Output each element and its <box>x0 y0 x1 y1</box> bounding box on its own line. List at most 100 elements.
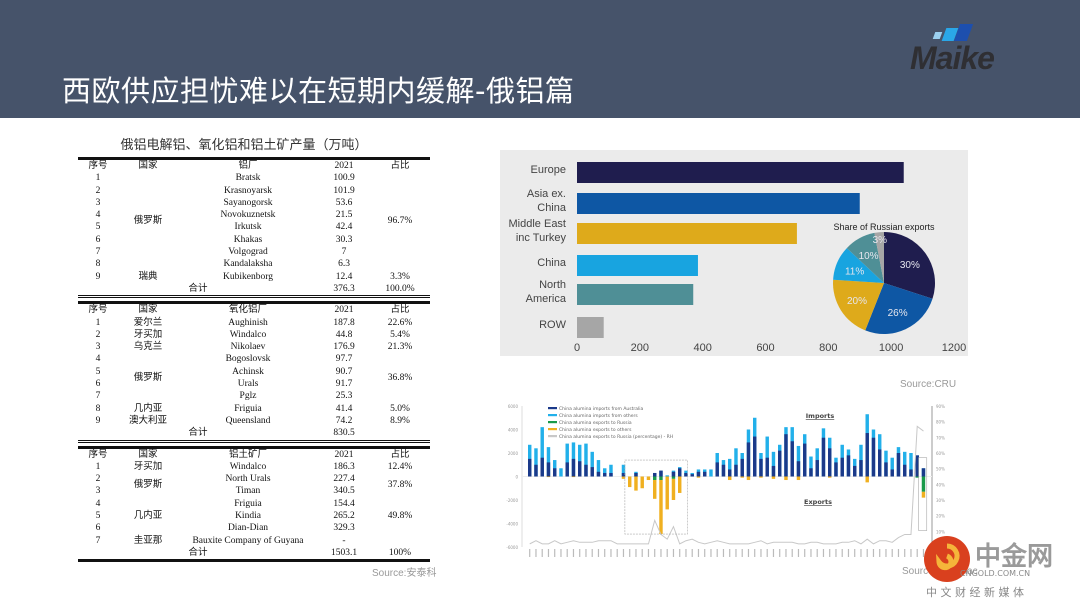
row-index: 4 <box>95 210 101 221</box>
bar-imports-australia <box>540 457 544 477</box>
bar-exports-others <box>671 478 676 500</box>
table-row: 8 几内亚 Friguia 41.4 5.0% <box>78 403 430 415</box>
maike-logo: Maike <box>910 24 1035 78</box>
row-index: 7 <box>95 247 101 258</box>
page-title: 西欧供应担忧难以在短期内缓解-俄铝篇 <box>62 74 575 108</box>
bar-exports-others <box>865 476 869 483</box>
bar-exports-russia <box>659 476 663 481</box>
plant-name: Dian-Dian <box>227 523 269 534</box>
category-label: China <box>537 257 567 269</box>
plant-name: Bauxite Company of Guyana <box>192 535 304 546</box>
total-label: 合计 <box>188 283 208 294</box>
plant-name: Nikolaev <box>230 342 266 353</box>
column-header: 序号 <box>88 161 108 171</box>
column-header: 序号 <box>88 305 108 316</box>
bar-imports-australia <box>721 464 726 477</box>
production-value: 265.2 <box>333 511 355 522</box>
table-row: 9 瑞典 Kubikenborg 12.4 3.3% <box>78 271 430 283</box>
plant-name: Kubikenborg <box>223 271 273 282</box>
production-value: 101.9 <box>333 185 355 196</box>
row-index: 5 <box>95 222 101 233</box>
category-label: Europe <box>531 164 566 176</box>
bar-imports-australia <box>784 434 788 477</box>
share-cell: 5.4% <box>390 329 410 340</box>
bar-imports-australia <box>753 436 757 477</box>
bar-exports-others <box>746 476 751 481</box>
production-value: 41.4 <box>335 403 353 414</box>
category-label: China <box>537 202 567 214</box>
share-cell: 5.0% <box>390 403 410 414</box>
table-header-row: 序号 国家 铝厂 2021 占比 <box>78 159 430 173</box>
plant-name: Kindia <box>235 511 261 522</box>
plant-name: Friguia <box>234 403 262 414</box>
column-header: 国家 <box>138 305 158 316</box>
production-value: 100.9 <box>333 173 355 184</box>
country-cell: 俄罗斯 <box>133 216 163 227</box>
bar-imports-australia <box>734 464 738 477</box>
category-label: Asia ex. <box>527 188 566 200</box>
bar-imports-australia <box>715 462 719 477</box>
share-cell: 8.9% <box>390 415 410 426</box>
table-row: 7 圭亚那 Bauxite Company of Guyana - <box>78 535 430 547</box>
bar-imports-australia <box>834 462 838 477</box>
country-cell: 俄罗斯 <box>133 480 163 491</box>
category-label: America <box>526 293 567 305</box>
total-row: 合计 830.5 <box>78 427 430 441</box>
column-header: 氧化铝厂 <box>228 305 267 316</box>
production-value: 7 <box>341 247 347 258</box>
legend-label: China alumina imports from Australia <box>559 406 644 412</box>
plant-name: Khakas <box>233 234 263 245</box>
y2-tick-label: 20% <box>936 514 945 519</box>
production-value: 187.8 <box>333 317 355 328</box>
row-index: 8 <box>95 403 101 414</box>
legend-swatch <box>548 414 557 417</box>
column-header: 序号 <box>88 449 108 460</box>
total-share: 100% <box>388 547 412 558</box>
legend-label: China alumina imports from others <box>559 413 638 419</box>
table-row: 3 乌克兰 Nikolaev 176.9 21.3% <box>78 341 430 353</box>
pie-label: 26% <box>888 308 908 319</box>
bar-exports-others <box>740 476 744 478</box>
y2-tick-label: 80% <box>936 420 945 425</box>
production-value: 186.3 <box>333 461 355 472</box>
y2-tick-label: 40% <box>936 482 945 487</box>
total-row: 合计 1503.1 100% <box>78 547 430 561</box>
column-header: 占比 <box>390 449 410 460</box>
bar-imports-australia <box>878 449 882 477</box>
bar-exports-others <box>759 476 763 478</box>
production-value: 154.4 <box>333 498 355 509</box>
watermark-tagline: 中 文 财 经 新 媒 体 <box>926 586 1024 599</box>
plant-name: Windalco <box>229 329 267 340</box>
plant-name: Krasnoyarsk <box>223 185 272 196</box>
y-tick-label: -4000 <box>506 522 518 527</box>
x-tick-label: 600 <box>756 342 774 354</box>
plant-name: Volgograd <box>228 247 268 258</box>
row-index: 5 <box>95 511 101 522</box>
bar-imports-australia <box>778 450 782 477</box>
table-row: 2 牙买加 Windalco 44.8 5.4% <box>78 329 430 341</box>
bar-imports-australia <box>596 471 601 477</box>
china-alumina-trade-chart: 6000 4000 2000 0 -2000 -4000 -6000 90% 80% 70% 60%… <box>500 392 955 562</box>
row-index: 3 <box>95 486 101 497</box>
bar-imports-others <box>709 469 713 477</box>
bar-imports-australia <box>815 460 819 477</box>
y2-tick-label: 90% <box>936 404 945 409</box>
country-cell: 圭亚那 <box>133 535 163 546</box>
bar-imports-australia <box>846 455 851 477</box>
bar-imports-australia <box>609 472 613 477</box>
total-value: 376.3 <box>333 283 355 294</box>
row-index: 2 <box>95 185 101 196</box>
bar-row <box>577 317 604 338</box>
bar-exports-others <box>828 476 832 478</box>
y-tick-label: 4000 <box>508 428 519 433</box>
bar-imports-australia <box>859 460 863 477</box>
column-header: 铝土矿厂 <box>228 449 267 460</box>
plant-name: Urals <box>237 379 259 390</box>
bar-imports-australia <box>884 462 888 477</box>
category-label: ROW <box>539 319 567 331</box>
production-value: 25.3 <box>335 391 353 402</box>
production-value: 329.3 <box>333 523 355 534</box>
legend-label: China alumina exports to others <box>559 427 632 433</box>
production-value: 227.4 <box>333 474 355 485</box>
bar-imports-australia <box>821 437 826 477</box>
